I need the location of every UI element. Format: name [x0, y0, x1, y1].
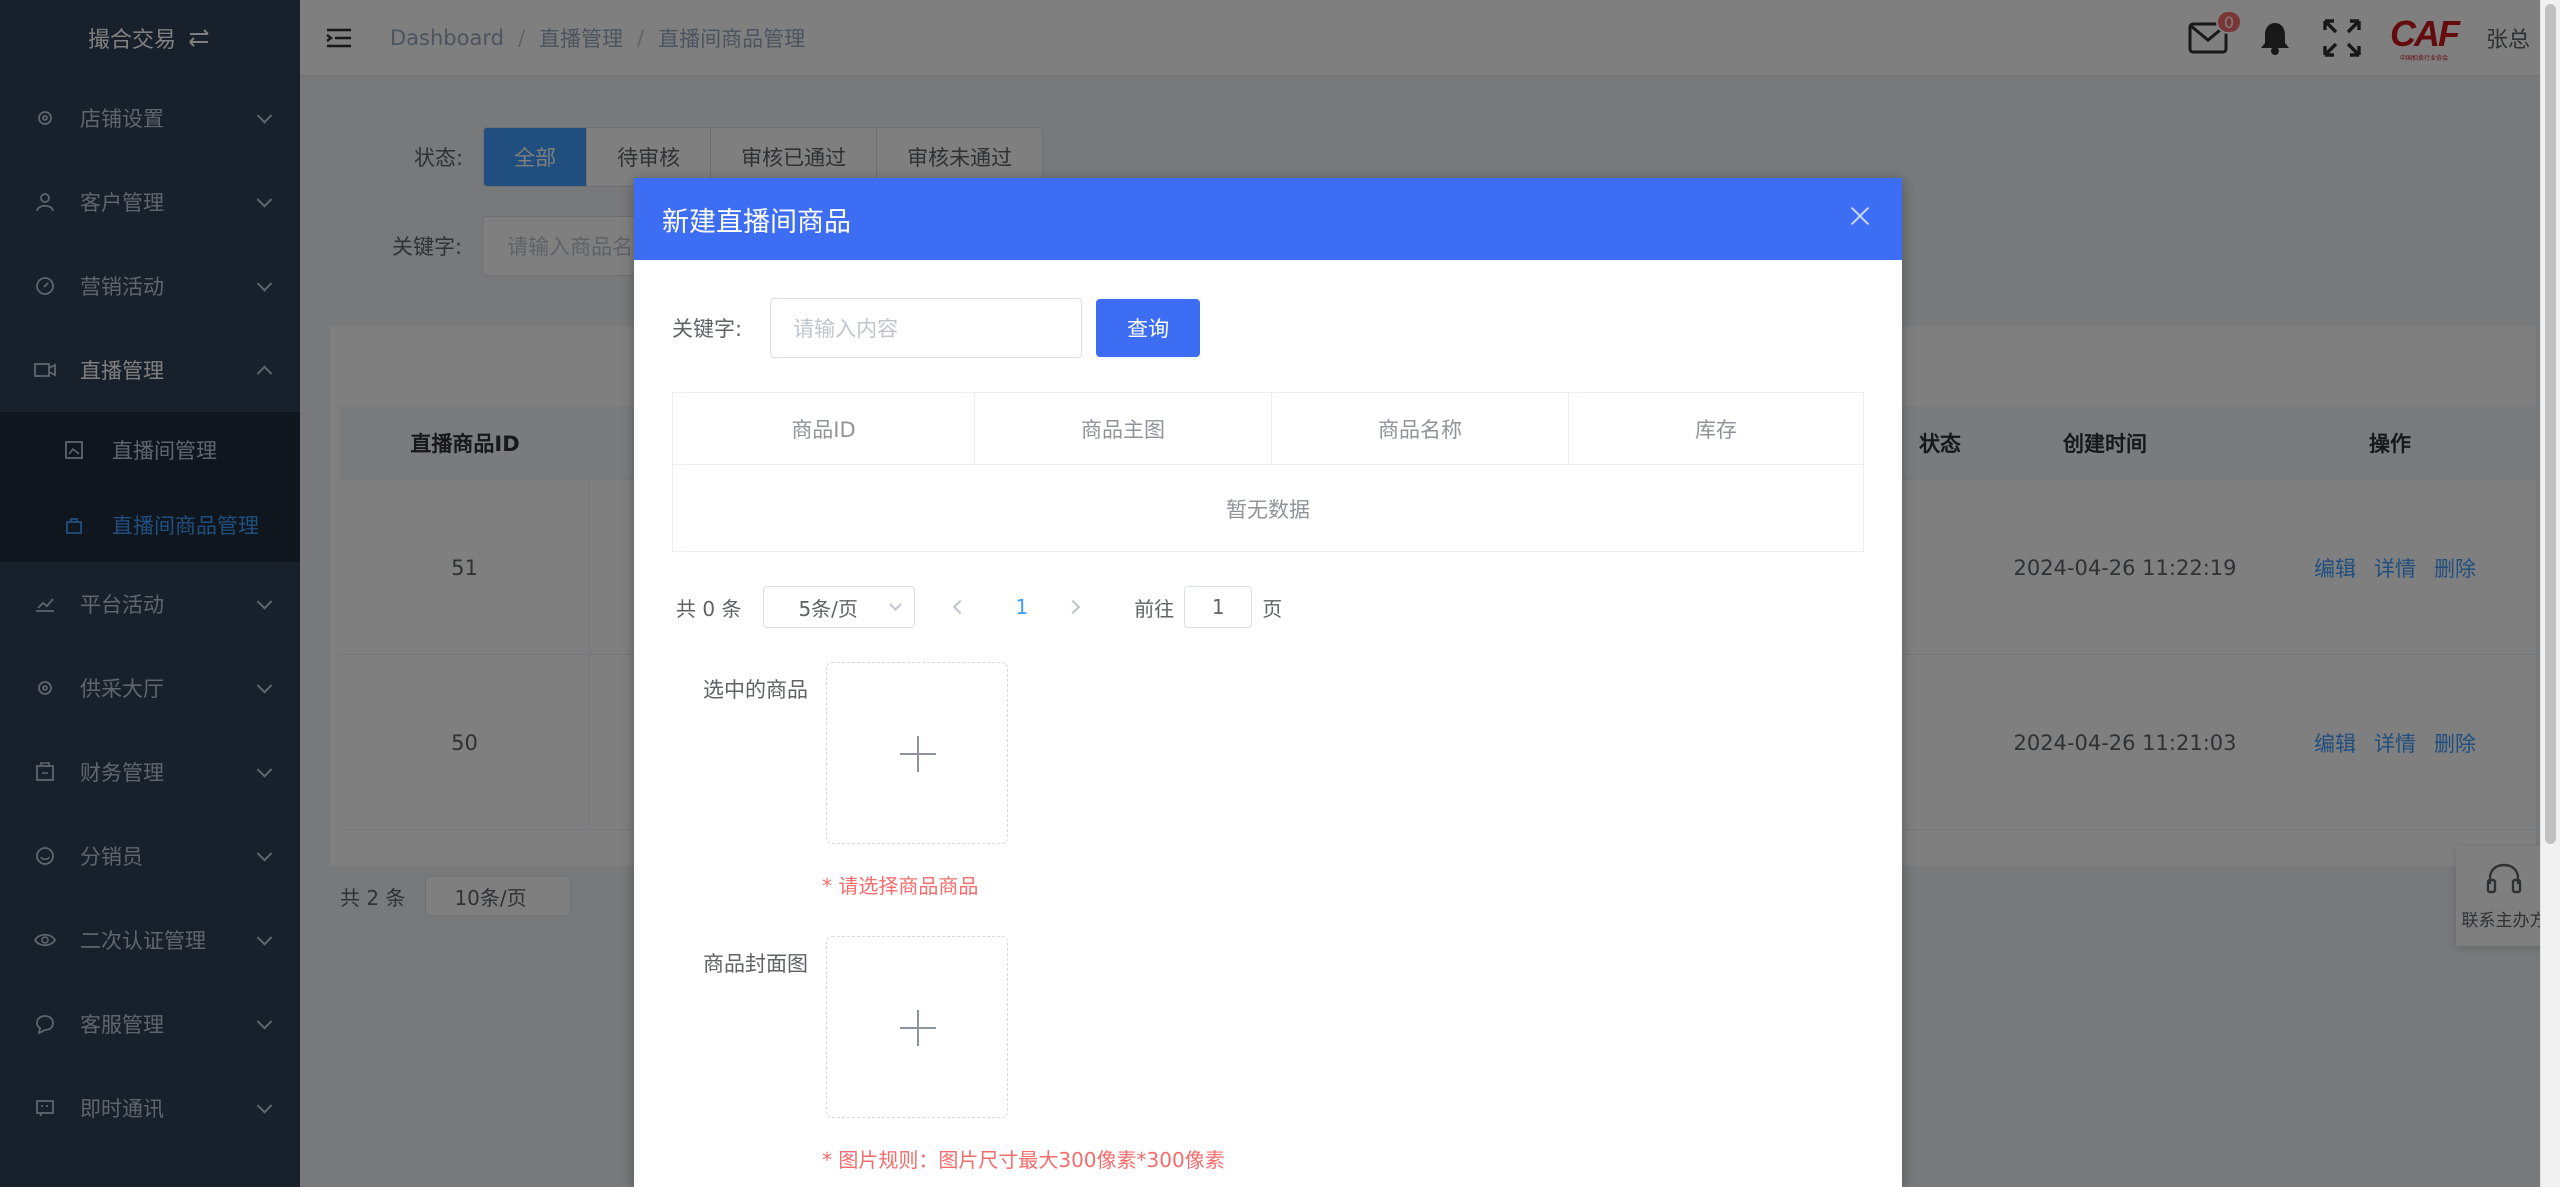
dialog-page-size-select[interactable]: 5条/页 — [763, 586, 916, 628]
scrollbar-thumb[interactable] — [2545, 4, 2556, 844]
prev-page-icon[interactable] — [953, 599, 968, 615]
dialog-header: 新建直播间商品 — [634, 178, 1902, 260]
dialog-keyword-label: 关键字: — [672, 317, 743, 341]
dialog-page-size-value: 5条/页 — [798, 596, 858, 621]
close-icon[interactable] — [1850, 206, 1870, 226]
cover-image-row: 商品封面图 — [698, 936, 1008, 1118]
dialog-keyword-input[interactable]: 请输入内容 — [770, 298, 1083, 358]
dialog-col-main-image: 商品主图 — [975, 393, 1272, 465]
selected-goods-error: * 请选择商品商品 — [822, 874, 979, 898]
goto-page-input[interactable]: 1 — [1184, 586, 1253, 628]
cover-image-label: 商品封面图 — [703, 952, 808, 976]
page-number[interactable]: 1 — [1015, 595, 1028, 619]
selected-goods-row: 选中的商品 — [698, 662, 1008, 844]
query-button[interactable]: 查询 — [1096, 299, 1201, 357]
new-live-goods-dialog: 新建直播间商品 关键字: 请输入内容 查询 商品ID 商品主图 商品名称 库存 … — [634, 178, 1902, 1187]
page-scrollbar[interactable] — [2540, 0, 2560, 1187]
dialog-col-goods-id: 商品ID — [673, 393, 975, 465]
dialog-title: 新建直播间商品 — [662, 206, 851, 238]
selected-goods-picker[interactable] — [826, 662, 1008, 844]
page-unit-label: 页 — [1262, 596, 1283, 621]
empty-text: 暂无数据 — [1226, 498, 1310, 522]
dialog-col-goods-name: 商品名称 — [1272, 393, 1569, 465]
next-page-icon[interactable] — [1066, 599, 1081, 615]
cover-image-rule: * 图片规则：图片尺寸最大300像素*300像素 — [822, 1148, 1225, 1172]
goto-label: 前往 — [1134, 596, 1175, 621]
dialog-col-stock: 库存 — [1569, 393, 1863, 465]
chevron-down-icon — [889, 598, 903, 611]
dialog-total: 共 0 条 — [676, 596, 742, 621]
selected-goods-label: 选中的商品 — [703, 678, 808, 702]
dialog-search-row: 关键字: 请输入内容 查询 — [672, 298, 1201, 358]
cover-image-uploader[interactable] — [826, 936, 1008, 1118]
dialog-pagination: 共 0 条 5条/页 1 前往 1 页 — [676, 586, 1282, 628]
dialog-goods-table: 商品ID 商品主图 商品名称 库存 暂无数据 — [672, 392, 1864, 552]
